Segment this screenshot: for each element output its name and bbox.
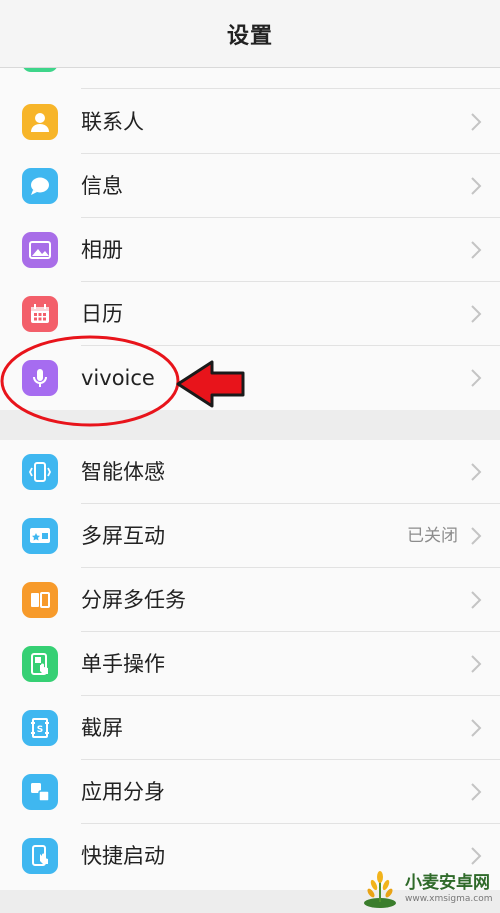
settings-item-label: 截屏: [81, 716, 123, 740]
divider: [81, 88, 500, 89]
settings-item-label: 多屏互动: [81, 524, 165, 548]
settings-item-smart-motion[interactable]: 智能体感: [0, 440, 500, 504]
settings-item-multi-screen[interactable]: 多屏互动 已关闭: [0, 504, 500, 568]
chevron-right-icon: [471, 113, 482, 131]
chevron-right-icon: [471, 719, 482, 737]
split-screen-icon: [22, 582, 58, 618]
watermark-name: 小麦安卓网: [405, 873, 490, 893]
settings-item-label: 快捷启动: [81, 844, 165, 868]
chevron-right-icon: [471, 305, 482, 323]
multi-screen-icon: [22, 518, 58, 554]
chevron-right-icon: [471, 527, 482, 545]
settings-item-label: 联系人: [81, 110, 144, 134]
chevron-right-icon: [471, 463, 482, 481]
chevron-right-icon: [471, 241, 482, 259]
settings-item-vivoice[interactable]: vivoice: [0, 346, 500, 410]
quick-launch-icon: [22, 838, 58, 874]
smart-motion-icon: [22, 454, 58, 490]
settings-item-split-screen[interactable]: 分屏多任务: [0, 568, 500, 632]
status-value: 已关闭: [407, 526, 458, 546]
settings-item-label: 相册: [81, 238, 123, 262]
calendar-icon: [22, 296, 58, 332]
settings-item-screenshot[interactable]: S 截屏: [0, 696, 500, 760]
chevron-right-icon: [471, 847, 482, 865]
settings-item-gallery[interactable]: 相册: [0, 218, 500, 282]
one-hand-icon: [22, 646, 58, 682]
settings-item-label: 分屏多任务: [81, 588, 186, 612]
chevron-right-icon: [471, 655, 482, 673]
settings-group-features: 智能体感 多屏互动 已关闭 分屏多任务 单手操作 S 截屏 应用分身 快捷启动: [0, 440, 500, 890]
title-bar: 设置: [0, 0, 500, 68]
contacts-icon: [22, 104, 58, 140]
settings-item-messages[interactable]: 信息: [0, 154, 500, 218]
chevron-right-icon: [471, 591, 482, 609]
watermark-url: www.xmsigma.com: [405, 894, 493, 904]
chevron-right-icon: [471, 177, 482, 195]
gallery-icon: [22, 232, 58, 268]
settings-item-label: 日历: [81, 302, 123, 326]
settings-item-label: 应用分身: [81, 780, 165, 804]
microphone-icon: [22, 360, 58, 396]
watermark: 小麦安卓网 www.xmsigma.com: [359, 867, 494, 911]
settings-item-contacts[interactable]: 联系人: [0, 90, 500, 154]
settings-item-label: vivoice: [81, 366, 155, 390]
message-icon: [22, 168, 58, 204]
app-clone-icon: [22, 774, 58, 810]
chevron-right-icon: [471, 783, 482, 801]
svg-text:S: S: [37, 725, 43, 735]
settings-item-app-clone[interactable]: 应用分身: [0, 760, 500, 824]
settings-item-label: 单手操作: [81, 652, 165, 676]
settings-item-label: 智能体感: [81, 460, 165, 484]
settings-item-label: 信息: [81, 174, 123, 198]
wheat-logo-icon: [364, 871, 396, 908]
settings-group-apps: 联系人 信息 相册 日历 vivoice: [0, 58, 500, 410]
chevron-right-icon: [471, 369, 482, 387]
page-title: 设置: [226, 23, 273, 49]
settings-item-one-hand[interactable]: 单手操作: [0, 632, 500, 696]
settings-item-calendar[interactable]: 日历: [0, 282, 500, 346]
screenshot-icon: S: [22, 710, 58, 746]
